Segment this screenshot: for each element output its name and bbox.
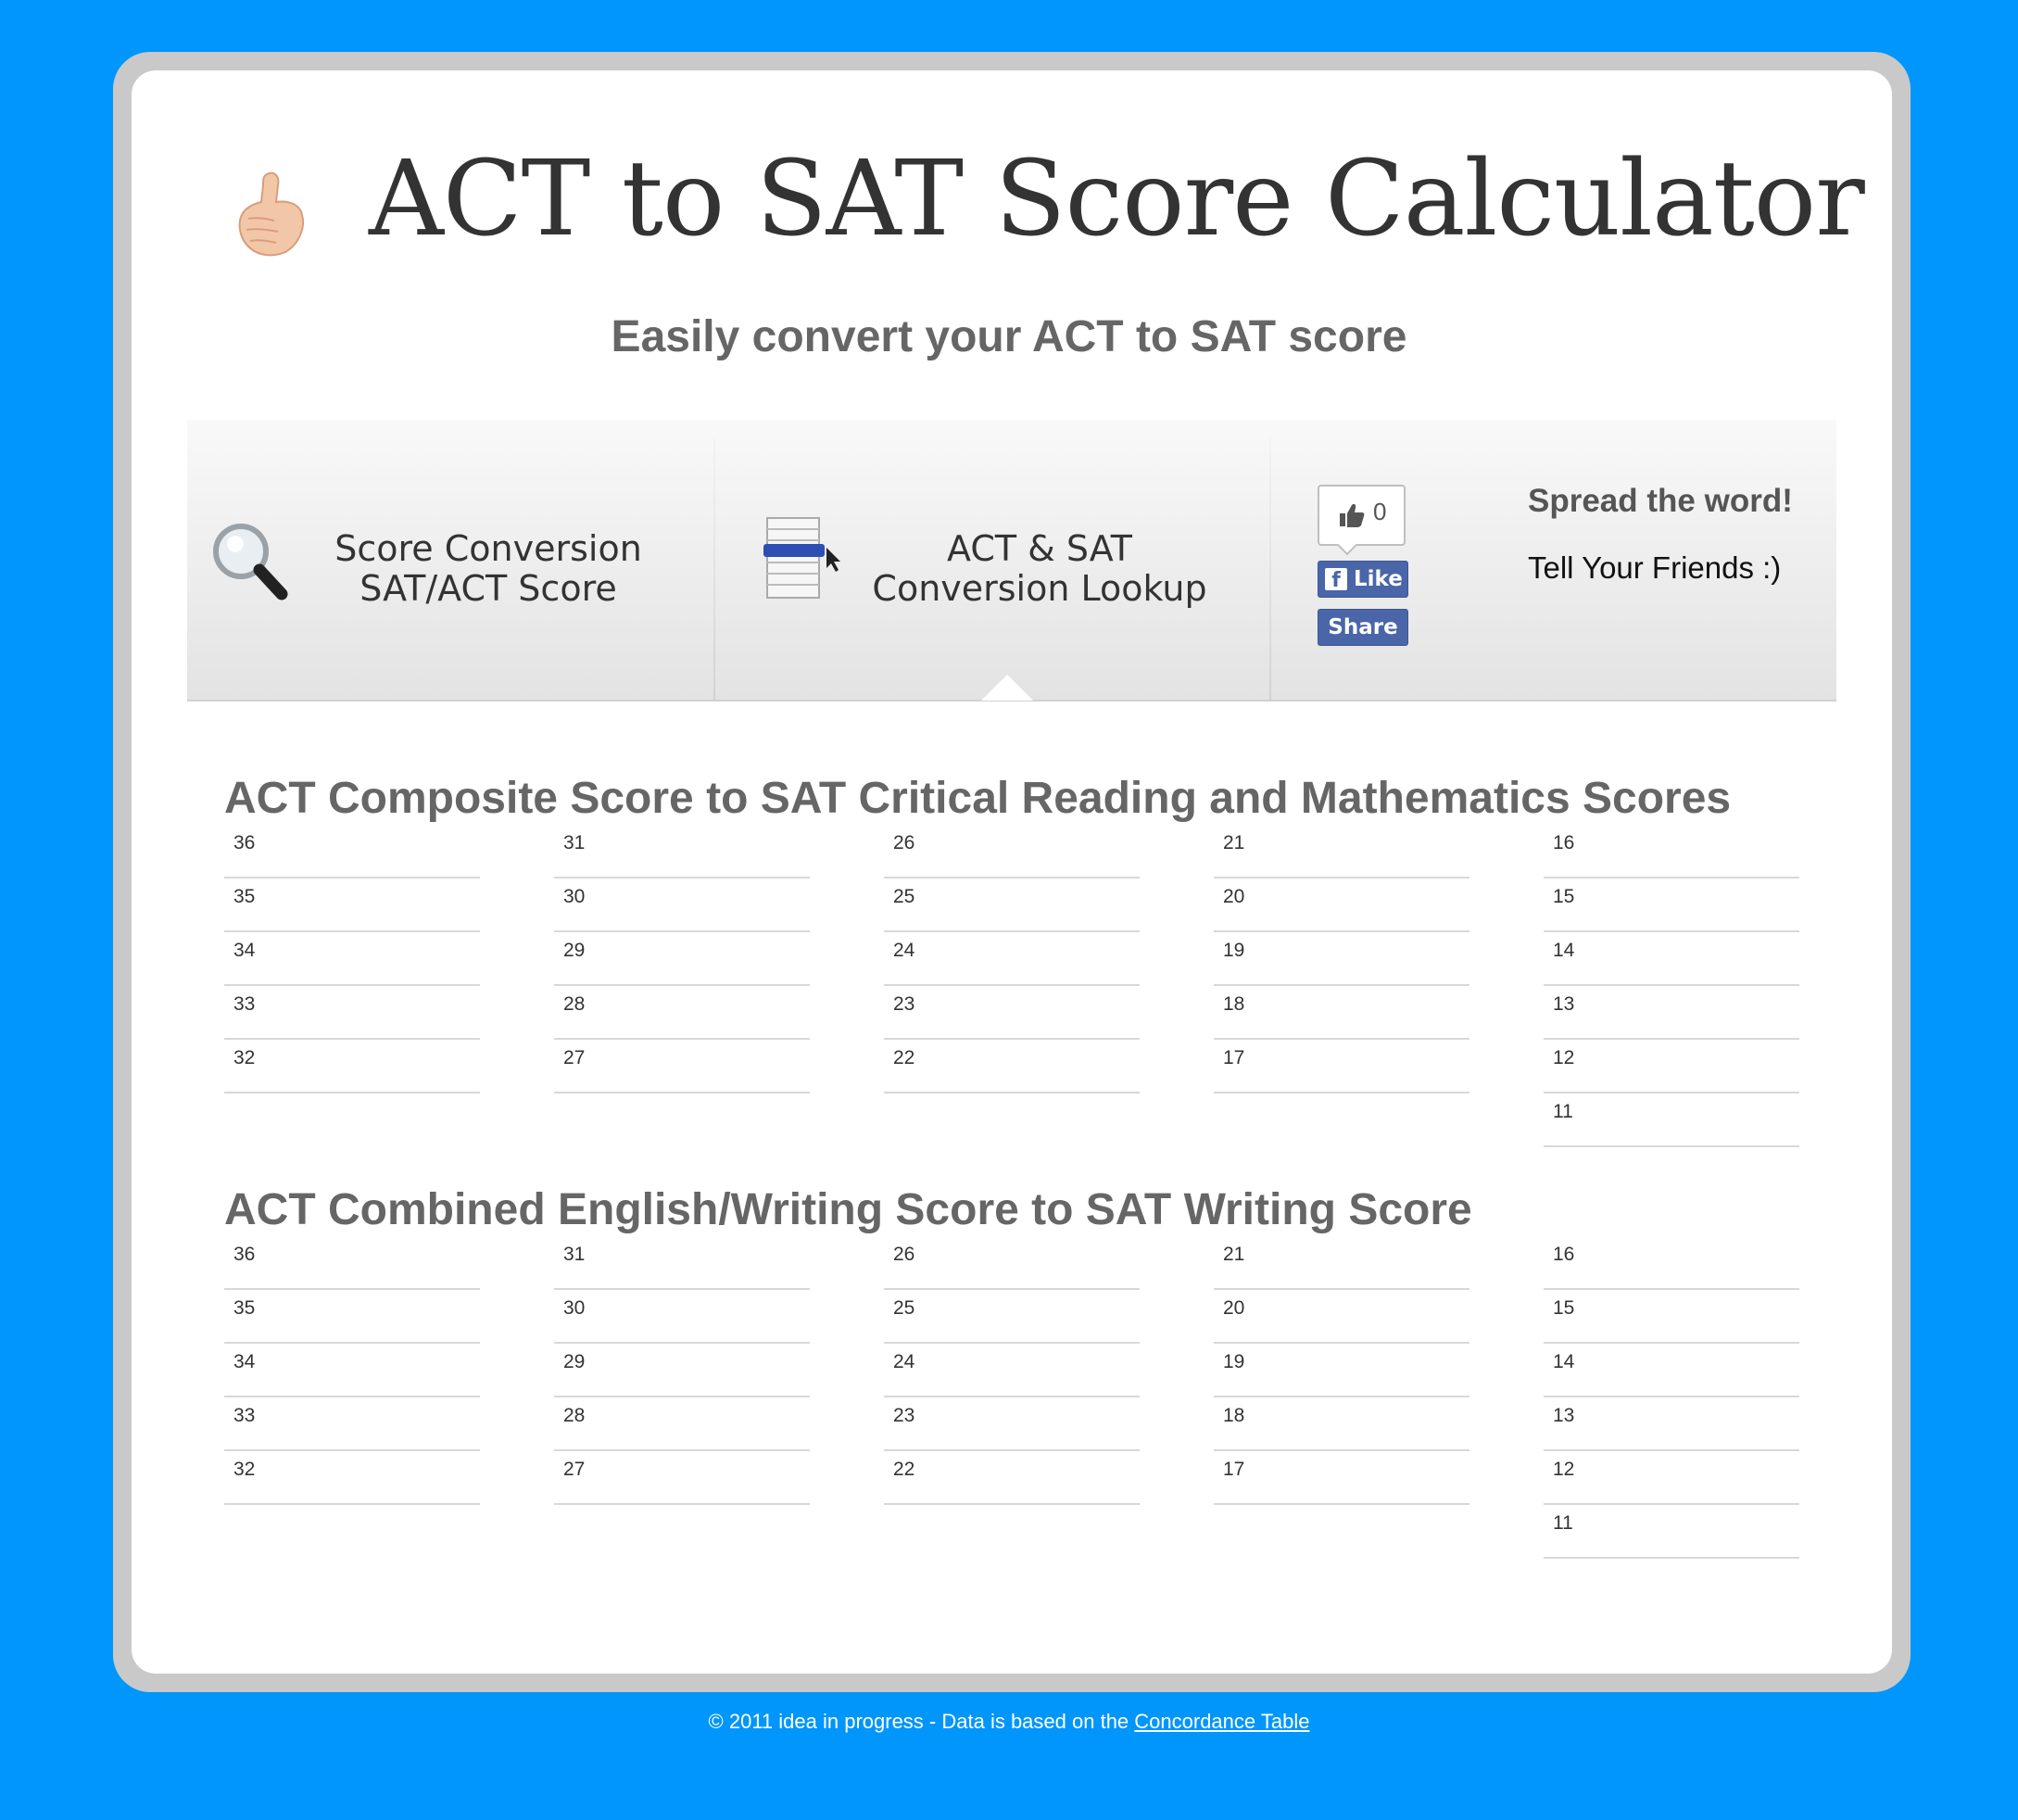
score-cell[interactable]: 28 (554, 1399, 810, 1451)
score-cell[interactable]: 29 (554, 934, 810, 986)
score-column: 16 15 14 13 12 11 (1544, 1238, 1799, 1561)
concordance-table-link[interactable]: Concordance Table (1134, 1710, 1309, 1733)
score-cell[interactable]: 28 (554, 988, 810, 1040)
score-cell[interactable]: 35 (224, 1292, 480, 1344)
facebook-like-button[interactable]: f Like (1318, 561, 1408, 598)
score-cell[interactable]: 19 (1214, 1346, 1469, 1397)
score-cell[interactable]: 21 (1214, 827, 1469, 878)
score-cell[interactable]: 16 (1544, 827, 1799, 878)
score-column: 16 15 14 13 12 11 (1544, 827, 1799, 1149)
share-label: Share (1328, 615, 1398, 639)
thumbs-up-icon (238, 171, 304, 257)
score-cell[interactable]: 32 (224, 1042, 480, 1093)
score-cell[interactable]: 23 (884, 988, 1140, 1040)
score-column: 21 20 19 18 17 (1214, 1238, 1469, 1507)
score-cell[interactable]: 17 (1214, 1042, 1469, 1093)
nav-item-score-conversion[interactable]: Score Conversion SAT/ACT Score (187, 420, 713, 700)
score-cell[interactable]: 17 (1214, 1453, 1469, 1505)
score-cell[interactable]: 11 (1544, 1507, 1799, 1559)
score-cell[interactable]: 13 (1544, 1399, 1799, 1451)
spread-text: Tell Your Friends :) (1528, 550, 1782, 585)
score-cell[interactable]: 25 (884, 1292, 1140, 1344)
score-cell[interactable]: 19 (1214, 934, 1469, 986)
score-cell[interactable]: 26 (884, 827, 1140, 878)
score-cell[interactable]: 35 (224, 880, 480, 932)
score-column: 21 20 19 18 17 (1214, 827, 1469, 1095)
score-cell[interactable]: 29 (554, 1346, 810, 1397)
score-cell[interactable]: 20 (1214, 880, 1469, 932)
score-cell[interactable]: 15 (1544, 880, 1799, 932)
score-cell[interactable]: 12 (1544, 1042, 1799, 1093)
score-cell[interactable]: 14 (1544, 1346, 1799, 1397)
section-title: ACT Combined English/Writing Score to SA… (224, 1185, 1472, 1234)
score-cell[interactable]: 27 (554, 1042, 810, 1093)
score-cell[interactable]: 26 (884, 1238, 1140, 1290)
score-cell[interactable]: 34 (224, 934, 480, 986)
footer-text: © 2011 idea in progress - Data is based … (708, 1710, 1135, 1733)
like-count-bubble: 0 (1318, 485, 1406, 546)
section-title: ACT Composite Score to SAT Critical Read… (224, 774, 1732, 823)
score-column: 31 30 29 28 27 (554, 1238, 810, 1507)
score-column: 26 25 24 23 22 (884, 827, 1140, 1095)
score-cell[interactable]: 31 (554, 1238, 810, 1290)
table-lookup-icon (763, 517, 840, 599)
page-subtitle: Easily convert your ACT to SAT score (611, 312, 1407, 361)
spread-title: Spread the word! (1528, 483, 1793, 519)
score-cell[interactable]: 22 (884, 1042, 1140, 1093)
nav-item-label: SAT/ACT Score (359, 568, 617, 609)
nav-item-label: Score Conversion (334, 528, 642, 569)
like-count: 0 (1373, 498, 1387, 525)
score-cell[interactable]: 33 (224, 988, 480, 1040)
score-cell[interactable]: 32 (224, 1453, 480, 1505)
magnifier-icon (213, 524, 288, 600)
page-title: ACT to SAT Score Calculator (369, 139, 1865, 259)
nav-item-label: Conversion Lookup (872, 568, 1207, 609)
score-cell[interactable]: 21 (1214, 1238, 1469, 1290)
active-tab-indicator (981, 675, 1033, 701)
score-cell[interactable]: 30 (554, 1292, 810, 1344)
score-cell[interactable]: 23 (884, 1399, 1140, 1451)
score-cell[interactable]: 33 (224, 1399, 480, 1451)
score-column: 36 35 34 33 32 (224, 1238, 480, 1507)
score-column: 36 35 34 33 32 (224, 827, 480, 1095)
nav-item-conversion-lookup[interactable]: ACT & SAT Conversion Lookup (715, 420, 1269, 700)
score-cell[interactable]: 25 (884, 880, 1140, 932)
score-cell[interactable]: 24 (884, 934, 1140, 986)
score-cell[interactable]: 18 (1214, 988, 1469, 1040)
footer: © 2011 idea in progress - Data is based … (0, 1710, 2018, 1734)
score-cell[interactable]: 34 (224, 1346, 480, 1397)
score-cell[interactable]: 15 (1544, 1292, 1799, 1344)
score-cell[interactable]: 13 (1544, 988, 1799, 1040)
divider (1269, 438, 1271, 700)
score-cell[interactable]: 24 (884, 1346, 1140, 1397)
score-cell[interactable]: 16 (1544, 1238, 1799, 1290)
score-cell[interactable]: 27 (554, 1453, 810, 1505)
nav-item-label: ACT & SAT (947, 528, 1132, 569)
score-cell[interactable]: 36 (224, 827, 480, 878)
score-cell[interactable]: 12 (1544, 1453, 1799, 1505)
facebook-icon: f (1325, 568, 1347, 592)
facebook-share-button[interactable]: Share (1318, 609, 1408, 646)
score-cell[interactable]: 22 (884, 1453, 1140, 1505)
nav-bar: Score Conversion SAT/ACT Score ACT & SAT… (187, 420, 1836, 701)
score-column: 26 25 24 23 22 (884, 1238, 1140, 1507)
score-cell[interactable]: 30 (554, 880, 810, 932)
score-cell[interactable]: 14 (1544, 934, 1799, 986)
score-cell[interactable]: 18 (1214, 1399, 1469, 1451)
score-cell[interactable]: 11 (1544, 1095, 1799, 1147)
score-cell[interactable]: 20 (1214, 1292, 1469, 1344)
score-cell[interactable]: 36 (224, 1238, 480, 1290)
like-label: Like (1354, 567, 1403, 591)
score-column: 31 30 29 28 27 (554, 827, 810, 1095)
score-cell[interactable]: 31 (554, 827, 810, 878)
thumbs-up-icon (1340, 504, 1365, 527)
